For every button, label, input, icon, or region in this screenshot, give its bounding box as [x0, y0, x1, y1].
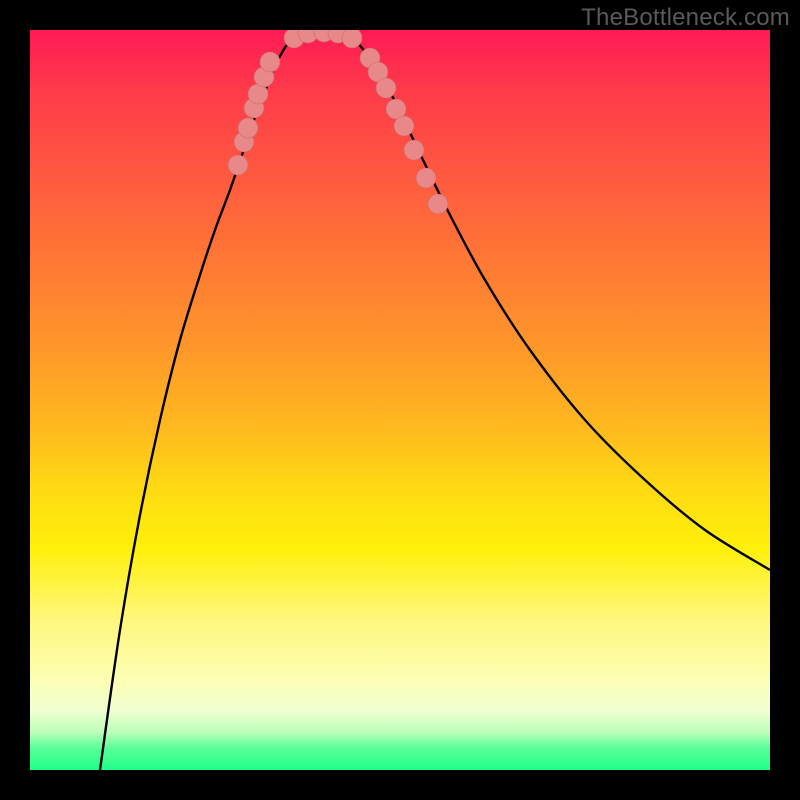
data-dot: [428, 194, 448, 214]
dot-layer: [228, 30, 448, 214]
data-dot: [404, 140, 424, 160]
data-dot: [238, 118, 258, 138]
data-dot: [416, 168, 436, 188]
chart-frame: TheBottleneck.com: [0, 0, 800, 800]
data-dot: [260, 52, 280, 72]
data-dot: [342, 30, 362, 48]
plot-area: [30, 30, 770, 770]
data-dot: [394, 116, 414, 136]
bottleneck-curve: [100, 32, 770, 770]
watermark-text: TheBottleneck.com: [581, 4, 790, 32]
curve-svg: [30, 30, 770, 770]
data-dot: [376, 78, 396, 98]
data-dot: [228, 155, 248, 175]
